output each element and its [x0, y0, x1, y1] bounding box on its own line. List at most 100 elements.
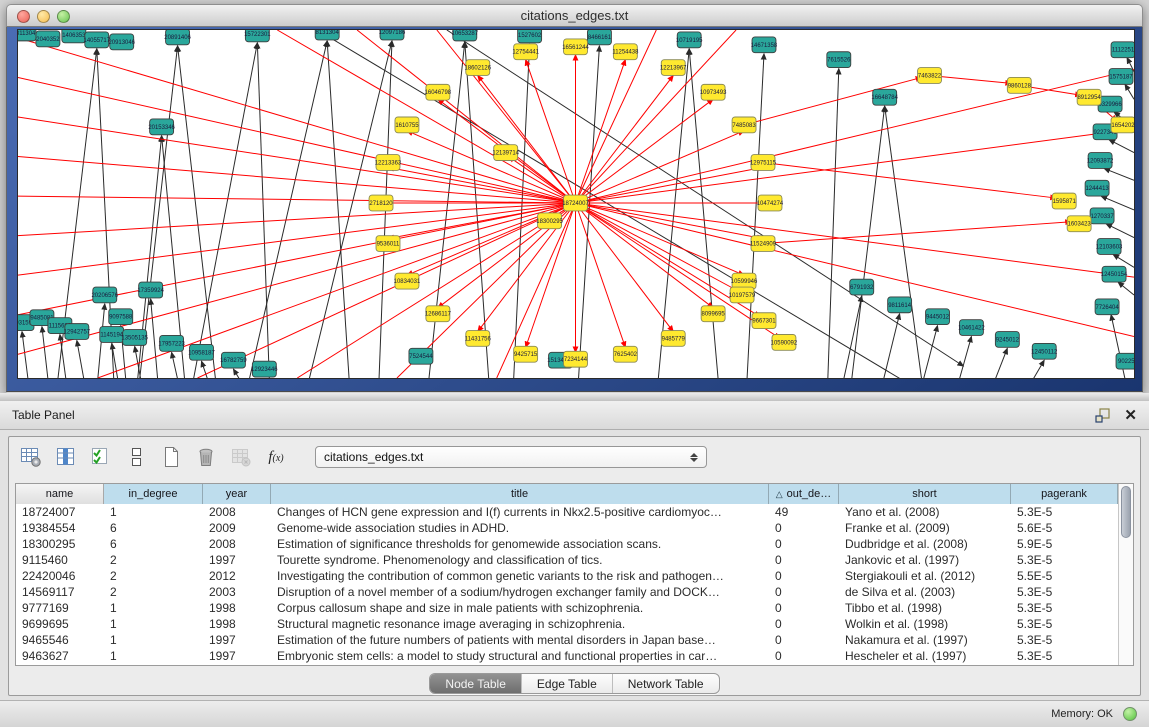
select-columns-button[interactable] [89, 445, 113, 469]
network-node[interactable]: 12103603 [1096, 239, 1123, 255]
table-cell[interactable]: 6 [104, 536, 203, 552]
table-cell[interactable]: Corpus callosum shape and size in male p… [271, 600, 769, 616]
network-edge-red[interactable] [763, 222, 1071, 244]
network-node[interactable]: 9536011 [376, 236, 400, 252]
table-row[interactable]: 969969511998Structural magnetic resonanc… [16, 616, 1118, 632]
network-edge-black[interactable] [1106, 224, 1134, 238]
network-node[interactable]: 1112251 [1111, 42, 1135, 58]
network-node[interactable]: 13505135 [121, 330, 148, 346]
table-cell[interactable]: Nakamura et al. (1997) [839, 632, 1011, 648]
table-cell[interactable]: 0 [769, 616, 839, 632]
table-cell[interactable]: 0 [769, 552, 839, 568]
column-header-out_de[interactable]: △out_de… [769, 484, 839, 504]
network-node[interactable]: 20913046 [108, 34, 135, 50]
table-cell[interactable]: 9699695 [16, 616, 104, 632]
network-edge-red[interactable] [576, 203, 780, 338]
network-edge-black[interactable] [22, 332, 28, 379]
network-edge-black[interactable] [172, 352, 178, 379]
network-node[interactable]: 16046798 [425, 84, 452, 100]
table-cell[interactable]: 14569117 [16, 584, 104, 600]
network-node[interactable]: 20891406 [164, 29, 191, 45]
network-node[interactable]: 10474274 [757, 195, 784, 211]
table-cell[interactable]: Tourette syndrome. Phenomenology and cla… [271, 552, 769, 568]
table-cell[interactable]: Genome-wide association studies in ADHD. [271, 520, 769, 536]
table-cell[interactable]: 1997 [203, 648, 271, 664]
network-node[interactable]: 6791932 [850, 279, 874, 295]
network-edge-black[interactable] [1033, 360, 1044, 379]
network-edge-black[interactable] [194, 43, 258, 379]
table-cell[interactable]: 5.3E-5 [1011, 600, 1118, 616]
function-builder-button[interactable]: f(x) [264, 445, 288, 469]
table-cell[interactable]: 0 [769, 648, 839, 664]
row-height-button[interactable] [124, 445, 148, 469]
network-node[interactable]: 18724007 [562, 195, 589, 211]
network-node[interactable]: 8466161 [587, 29, 611, 45]
network-edge-red[interactable] [576, 203, 626, 347]
network-edge-red[interactable] [576, 203, 674, 332]
table-cell[interactable]: 1 [104, 632, 203, 648]
network-edge-red[interactable] [18, 196, 576, 203]
network-edge-black[interactable] [828, 69, 839, 379]
network-node[interactable]: 10461422 [958, 320, 985, 336]
table-cell[interactable]: 2008 [203, 536, 271, 552]
network-node[interactable]: 7463822 [918, 68, 942, 84]
table-cell[interactable]: 18300295 [16, 536, 104, 552]
tab-network-table[interactable]: Network Table [612, 674, 719, 693]
show-columns-button[interactable] [54, 445, 78, 469]
table-row[interactable]: 977716911998Corpus callosum shape and si… [16, 600, 1118, 616]
network-node[interactable]: 10973493 [700, 84, 727, 100]
column-header-short[interactable]: short [839, 484, 1011, 504]
table-cell[interactable]: 1998 [203, 600, 271, 616]
network-edge-black[interactable] [178, 46, 216, 379]
close-panel-icon[interactable]: ✕ [1124, 408, 1137, 423]
table-cell[interactable]: Yano et al. (2008) [839, 504, 1011, 520]
network-node[interactable]: 12139714 [492, 145, 519, 161]
network-node[interactable]: 14671358 [751, 37, 778, 53]
network-node[interactable]: 7726404 [1095, 299, 1119, 315]
table-cell[interactable]: 9463627 [16, 648, 104, 664]
network-edge-red[interactable] [18, 157, 576, 203]
network-node[interactable]: 1610755 [395, 117, 419, 133]
network-node[interactable]: 11431756 [465, 331, 492, 347]
table-cell[interactable]: 0 [769, 568, 839, 584]
network-node[interactable]: 1145194 [100, 327, 124, 343]
network-node[interactable]: 17359924 [137, 282, 164, 298]
column-header-year[interactable]: year [203, 484, 271, 504]
network-edge-black[interactable] [1113, 254, 1134, 267]
network-node[interactable]: 12686117 [425, 306, 451, 322]
table-cell[interactable]: 1998 [203, 616, 271, 632]
network-edge-black[interactable] [233, 369, 239, 379]
network-canvas[interactable]: 1811304204035214063532091304614055717208… [17, 29, 1135, 379]
table-cell[interactable]: 1 [104, 648, 203, 664]
table-row[interactable]: 946554611997Estimation of the future num… [16, 632, 1118, 648]
network-node[interactable]: 20206576 [91, 287, 118, 303]
network-node[interactable]: 14055717 [84, 32, 111, 48]
delete-table-button[interactable] [229, 445, 253, 469]
network-node[interactable]: 1811304 [17, 29, 36, 41]
table-cell[interactable]: Disruption of a novel member of a sodium… [271, 584, 769, 600]
network-edge-red[interactable] [576, 70, 1134, 203]
network-node[interactable]: 1575187 [1109, 69, 1133, 85]
table-cell[interactable]: 5.3E-5 [1011, 552, 1118, 568]
network-node[interactable]: 12975115 [750, 155, 777, 171]
network-node[interactable]: 12923446 [251, 361, 278, 377]
table-cell[interactable]: 2003 [203, 584, 271, 600]
network-node[interactable]: 10958187 [188, 344, 215, 360]
new-column-button[interactable] [159, 445, 183, 469]
table-cell[interactable]: Franke et al. (2009) [839, 520, 1011, 536]
network-node[interactable]: 12942757 [64, 324, 91, 340]
network-node[interactable]: 8912954 [1077, 89, 1101, 105]
network-edge-black[interactable] [140, 46, 178, 379]
network-edge-black[interactable] [995, 348, 1007, 379]
network-node[interactable]: 12450154 [1101, 266, 1128, 282]
column-header-in_degree[interactable]: in_degree [104, 484, 203, 504]
network-edge-red[interactable] [18, 117, 576, 203]
network-edge-black[interactable] [1109, 140, 1134, 153]
network-node[interactable]: 9329966 [1098, 96, 1122, 112]
table-row[interactable]: 1872400712008Changes of HCN gene express… [16, 504, 1118, 520]
zoom-window-button[interactable] [57, 10, 70, 23]
table-cell[interactable]: 0 [769, 584, 839, 600]
network-edge-red[interactable] [407, 131, 576, 203]
table-cell[interactable]: 5.3E-5 [1011, 616, 1118, 632]
table-row[interactable]: 2242004622012Investigating the contribut… [16, 568, 1118, 584]
